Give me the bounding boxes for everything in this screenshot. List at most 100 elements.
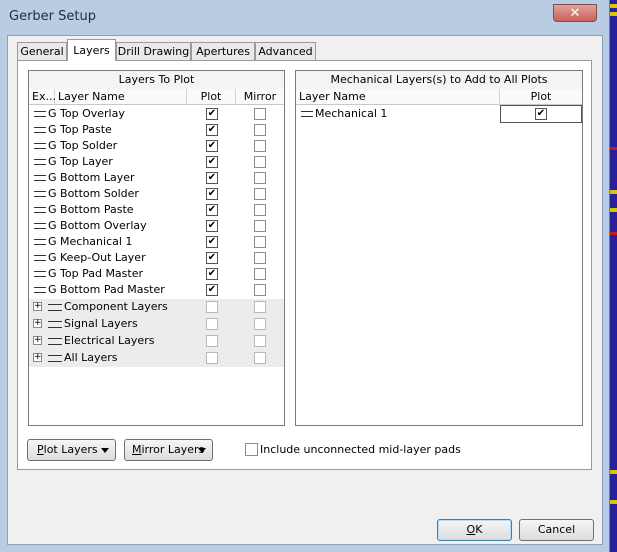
plot-checkbox[interactable]: ✔ [206, 188, 218, 200]
plot-checkbox[interactable]: ✔ [206, 172, 218, 184]
layer-row[interactable]: G Top Pad Master ✔ [29, 266, 284, 282]
group-plot-checkbox[interactable] [206, 301, 218, 313]
layer-row[interactable]: G Bottom Overlay ✔ [29, 218, 284, 234]
expand-icon[interactable]: + [33, 302, 42, 311]
tab-advanced[interactable]: Advanced [255, 42, 316, 60]
gerber-setup-dialog: Gerber Setup ✕ General Layers Drill Draw… [0, 0, 610, 552]
layers-to-plot-title: Layers To Plot [29, 71, 284, 90]
layer-row[interactable]: G Mechanical 1 ✔ [29, 234, 284, 250]
mirror-checkbox[interactable] [254, 252, 266, 264]
layer-icon [34, 271, 46, 277]
tab-drill-drawing[interactable]: Drill Drawing [116, 42, 191, 60]
mirror-checkbox[interactable] [254, 124, 266, 136]
expand-icon[interactable]: + [33, 319, 42, 328]
group-mirror-checkbox[interactable] [254, 352, 266, 364]
layer-name: G Bottom Paste [48, 203, 134, 216]
mech-plot-checkbox[interactable]: ✔ [535, 108, 547, 120]
layer-row[interactable]: G Top Solder ✔ [29, 138, 284, 154]
layer-row[interactable]: G Top Paste ✔ [29, 122, 284, 138]
column-header-layer-name[interactable]: Layer Name [55, 89, 187, 105]
plot-checkbox[interactable]: ✔ [206, 140, 218, 152]
layer-group-name: Electrical Layers [64, 334, 155, 347]
mirror-checkbox[interactable] [254, 268, 266, 280]
layer-name-cell: G Keep-Out Layer [34, 250, 146, 266]
checkmark-icon: ✔ [207, 220, 217, 231]
plot-checkbox[interactable]: ✔ [206, 108, 218, 120]
plot-checkbox[interactable]: ✔ [206, 252, 218, 264]
mechanical-layers-panel: Mechanical Layers(s) to Add to All Plots… [295, 70, 583, 426]
layer-name-cell: G Bottom Pad Master [34, 282, 165, 298]
layer-row[interactable]: G Bottom Paste ✔ [29, 202, 284, 218]
layer-group-row[interactable]: + Component Layers [29, 299, 284, 316]
column-header-plot[interactable]: Plot [187, 89, 236, 105]
layer-group-cell: Signal Layers [48, 316, 138, 332]
group-mirror-checkbox[interactable] [254, 318, 266, 330]
expand-icon[interactable]: + [33, 336, 42, 345]
mechanical-layers-title: Mechanical Layers(s) to Add to All Plots [296, 71, 582, 90]
mirror-checkbox[interactable] [254, 172, 266, 184]
group-plot-checkbox[interactable] [206, 335, 218, 347]
title-bar: Gerber Setup ✕ [0, 0, 610, 36]
layer-name: G Top Overlay [48, 107, 125, 120]
group-mirror-checkbox[interactable] [254, 301, 266, 313]
layer-row[interactable]: G Top Layer ✔ [29, 154, 284, 170]
layer-name-cell: G Top Pad Master [34, 266, 143, 282]
ok-button[interactable]: OK [437, 519, 512, 541]
layer-row[interactable]: G Top Overlay ✔ [29, 106, 284, 122]
layer-row[interactable]: G Bottom Layer ✔ [29, 170, 284, 186]
mirror-checkbox[interactable] [254, 108, 266, 120]
plot-layers-label: lot Layers [43, 443, 98, 456]
plot-checkbox[interactable]: ✔ [206, 156, 218, 168]
layer-icon [34, 111, 46, 117]
mech-column-header-layer-name[interactable]: Layer Name [296, 89, 500, 105]
group-mirror-checkbox[interactable] [254, 335, 266, 347]
checkmark-icon: ✔ [207, 188, 217, 199]
mech-column-header-plot[interactable]: Plot [500, 89, 582, 105]
layer-name-cell: G Mechanical 1 [34, 234, 132, 250]
layer-row[interactable]: G Keep-Out Layer ✔ [29, 250, 284, 266]
plot-checkbox[interactable]: ✔ [206, 268, 218, 280]
column-header-ex[interactable]: Ex... [29, 89, 56, 105]
mirror-checkbox[interactable] [254, 140, 266, 152]
checkmark-icon: ✔ [207, 268, 217, 279]
group-plot-checkbox[interactable] [206, 352, 218, 364]
plot-checkbox[interactable]: ✔ [206, 220, 218, 232]
mirror-checkbox[interactable] [254, 204, 266, 216]
layer-row[interactable]: G Bottom Pad Master ✔ [29, 282, 284, 298]
layer-icon [34, 239, 46, 245]
checkmark-icon: ✔ [207, 108, 217, 119]
mirror-checkbox[interactable] [254, 220, 266, 232]
group-plot-checkbox[interactable] [206, 318, 218, 330]
mirror-checkbox[interactable] [254, 156, 266, 168]
plot-checkbox[interactable]: ✔ [206, 124, 218, 136]
close-icon: ✕ [569, 6, 581, 21]
tab-apertures[interactable]: Apertures [191, 42, 255, 60]
mirror-checkbox[interactable] [254, 236, 266, 248]
layer-group-row[interactable]: + All Layers [29, 350, 284, 367]
expand-icon[interactable]: + [33, 353, 42, 362]
column-header-mirror[interactable]: Mirror [236, 89, 284, 105]
plot-checkbox[interactable]: ✔ [206, 284, 218, 296]
layer-icon [34, 223, 46, 229]
layer-group-name: Component Layers [64, 300, 168, 313]
checkmark-icon: ✔ [207, 140, 217, 151]
layer-group-icon [48, 303, 62, 311]
plot-layers-button[interactable]: Plot Layers [27, 439, 116, 461]
plot-checkbox[interactable]: ✔ [206, 204, 218, 216]
mirror-layers-button[interactable]: Mirror Layers [124, 439, 213, 461]
include-pads-checkbox[interactable] [245, 443, 258, 456]
mech-layer-row[interactable]: Mechanical 1 ✔ [296, 105, 582, 123]
tab-layers[interactable]: Layers [67, 39, 116, 61]
ok-mnemonic: O [466, 523, 476, 536]
mirror-checkbox[interactable] [254, 188, 266, 200]
tab-general[interactable]: General [17, 42, 67, 60]
include-pads-label[interactable]: Include unconnected mid-layer pads [260, 442, 461, 458]
mirror-checkbox[interactable] [254, 284, 266, 296]
layer-group-row[interactable]: + Signal Layers [29, 316, 284, 333]
layer-row[interactable]: G Bottom Solder ✔ [29, 186, 284, 202]
layer-name: G Mechanical 1 [48, 235, 133, 248]
close-button[interactable]: ✕ [553, 4, 597, 22]
layer-group-row[interactable]: + Electrical Layers [29, 333, 284, 350]
plot-checkbox[interactable]: ✔ [206, 236, 218, 248]
layer-name: G Bottom Solder [48, 187, 139, 200]
